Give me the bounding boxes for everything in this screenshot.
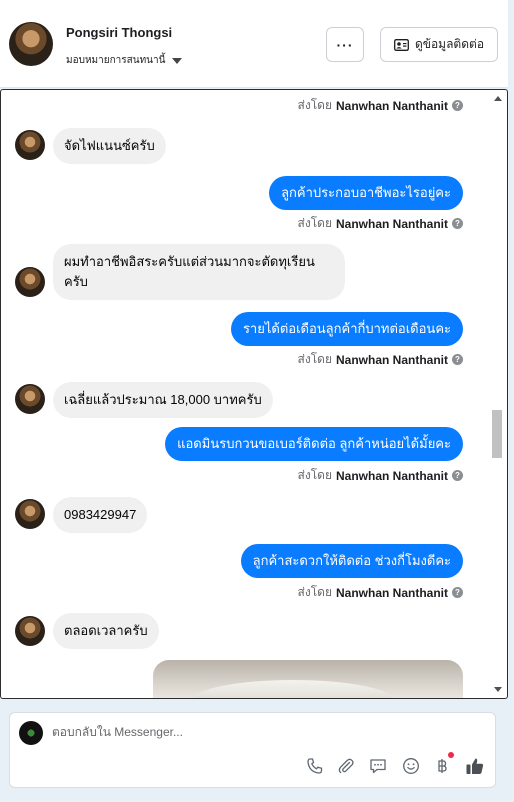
- incoming-message[interactable]: ตลอดเวลาครับ: [53, 613, 159, 649]
- phone-icon: [307, 758, 323, 774]
- view-contact-button[interactable]: ดูข้อมูลติดต่อ: [380, 27, 498, 62]
- assign-label: มอบหมายการสนทนานี้: [66, 55, 166, 66]
- sent-by-prefix: ส่งโดย: [297, 98, 332, 112]
- contact-avatar-small[interactable]: [15, 384, 45, 414]
- contact-avatar[interactable]: [9, 22, 53, 66]
- attach-button[interactable]: [335, 755, 357, 777]
- sent-by-line: ส่งโดย Nanwhan Nanthanit ?: [298, 214, 463, 233]
- incoming-message[interactable]: เฉลี่ยแล้วประมาณ 18,000 บาทครับ: [53, 382, 273, 418]
- scroll-down-arrow-icon[interactable]: [494, 687, 502, 692]
- more-options-button[interactable]: ···: [326, 27, 364, 62]
- thumbs-up-icon: [466, 758, 484, 774]
- paperclip-icon: [338, 758, 354, 774]
- scrollbar[interactable]: [492, 90, 505, 698]
- incoming-message[interactable]: 0983429947: [53, 497, 148, 533]
- outgoing-message[interactable]: ลูกค้าสะดวกให้ติดต่อ ช่วงกี่โมงดีคะ: [240, 544, 463, 578]
- help-icon[interactable]: ?: [452, 587, 463, 598]
- page-avatar: [19, 721, 43, 745]
- sender-name[interactable]: Nanwhan Nanthanit: [336, 586, 448, 600]
- like-button[interactable]: [464, 755, 486, 777]
- help-icon[interactable]: ?: [452, 354, 463, 365]
- sent-by-prefix: ส่งโดย: [297, 468, 332, 482]
- smiley-icon: [403, 758, 419, 774]
- contact-avatar-small[interactable]: [15, 267, 45, 297]
- contact-card-icon: [394, 38, 409, 51]
- baht-icon: [438, 759, 447, 773]
- reply-input[interactable]: [52, 725, 312, 739]
- sent-by-line: ส่งโดย Nanwhan Nanthanit ?: [298, 583, 463, 602]
- message-thread[interactable]: ส่งโดย Nanwhan Nanthanit ? จัดไฟแนนซ์ครั…: [0, 89, 508, 699]
- help-icon[interactable]: ?: [452, 218, 463, 229]
- outgoing-message[interactable]: ลูกค้าประกอบอาชีพอะไรอยู่คะ: [269, 176, 463, 210]
- assign-conversation-dropdown[interactable]: มอบหมายการสนทนานี้: [66, 53, 183, 68]
- outgoing-message[interactable]: แอดมินรบกวนขอเบอร์ติดต่อ ลูกค้าหน่อยได้ม…: [165, 427, 463, 461]
- conversation-header: Pongsiri Thongsi มอบหมายการสนทนานี้ ··· …: [0, 0, 508, 88]
- scroll-up-arrow-icon[interactable]: [494, 96, 502, 101]
- payment-button[interactable]: [431, 752, 454, 777]
- help-icon[interactable]: ?: [452, 100, 463, 111]
- contact-avatar-small[interactable]: [15, 616, 45, 646]
- sender-name[interactable]: Nanwhan Nanthanit: [336, 353, 448, 367]
- reply-composer: [9, 712, 496, 788]
- image-attachment[interactable]: [153, 660, 463, 698]
- notification-dot: [448, 752, 454, 758]
- outgoing-message[interactable]: รายได้ต่อเดือนลูกค้ากี่บาทต่อเดือนคะ: [230, 312, 463, 346]
- help-icon[interactable]: ?: [452, 470, 463, 481]
- sent-by-line: ส่งโดย Nanwhan Nanthanit ?: [298, 350, 463, 369]
- incoming-message[interactable]: ผมทำอาชีพอิสระครับแต่ส่วนมากจะตัดทุเรียน…: [53, 244, 345, 300]
- view-contact-label: ดูข้อมูลติดต่อ: [414, 37, 485, 51]
- sender-name[interactable]: Nanwhan Nanthanit: [336, 217, 448, 231]
- contact-avatar-small[interactable]: [15, 130, 45, 160]
- sent-by-prefix: ส่งโดย: [297, 352, 332, 366]
- sent-by-prefix: ส่งโดย: [297, 216, 332, 230]
- sender-name[interactable]: Nanwhan Nanthanit: [336, 469, 448, 483]
- contact-name[interactable]: Pongsiri Thongsi: [66, 25, 172, 40]
- contact-avatar-small[interactable]: [15, 499, 45, 529]
- emoji-button[interactable]: [400, 755, 422, 777]
- call-button[interactable]: [304, 755, 326, 777]
- saved-replies-button[interactable]: [367, 755, 389, 777]
- incoming-message[interactable]: จัดไฟแนนซ์ครับ: [53, 128, 166, 164]
- sender-name[interactable]: Nanwhan Nanthanit: [336, 99, 448, 113]
- caret-down-icon: [172, 57, 183, 64]
- more-icon: ···: [336, 36, 354, 53]
- scrollbar-thumb[interactable]: [492, 410, 502, 458]
- chat-bubble-icon: [370, 759, 386, 774]
- sent-by-line: ส่งโดย Nanwhan Nanthanit ?: [298, 466, 463, 485]
- sent-by-line: ส่งโดย Nanwhan Nanthanit ?: [298, 96, 463, 115]
- sent-by-prefix: ส่งโดย: [297, 585, 332, 599]
